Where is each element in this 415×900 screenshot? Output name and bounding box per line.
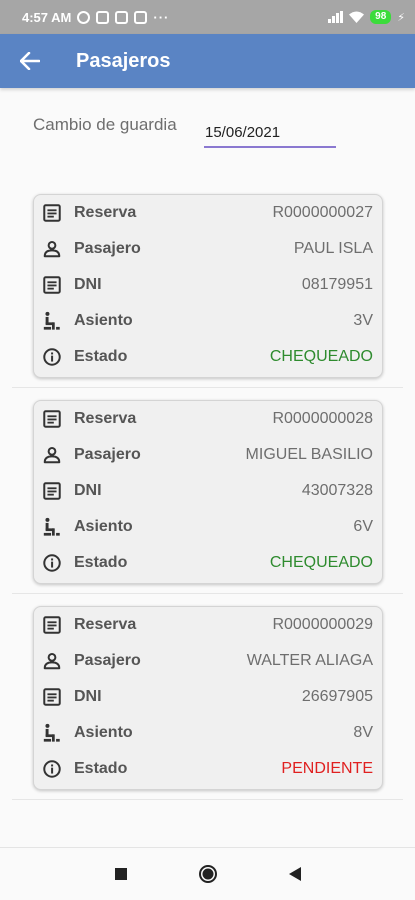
estado-value: CHEQUEADO xyxy=(269,554,373,571)
passenger-field-asiento: Asiento 3V xyxy=(34,307,382,335)
list-divider xyxy=(12,799,403,800)
list-divider xyxy=(12,387,403,388)
passenger-field-estado: Estado CHEQUEADO xyxy=(34,549,382,577)
notification-icon xyxy=(96,10,110,24)
passenger-field-asiento: Asiento 8V xyxy=(34,719,382,747)
asiento-value: 6V xyxy=(353,518,373,535)
info-icon xyxy=(41,552,63,574)
passenger-field-estado: Estado CHEQUEADO xyxy=(34,343,382,371)
dni-value: 43007328 xyxy=(301,482,373,499)
asiento-value: 8V xyxy=(353,724,373,741)
back-nav-button[interactable] xyxy=(288,866,302,882)
passenger-field-reserva: Reserva R0000000027 xyxy=(34,199,382,227)
guard-date-field[interactable]: 15/06/2021 xyxy=(204,122,336,148)
seat-icon xyxy=(41,310,63,332)
estado-label: Estado xyxy=(74,554,128,571)
charging-icon: ⚡ xyxy=(397,11,405,24)
passenger-field-pasajero: Pasajero MIGUEL BASILIO xyxy=(34,441,382,469)
pasajero-label: Pasajero xyxy=(74,240,141,257)
passenger-card[interactable]: Reserva R0000000029 Pasajero WALTER ALIAGA D… xyxy=(33,606,383,790)
dni-value: 26697905 xyxy=(301,688,373,705)
passenger-field-reserva: Reserva R0000000028 xyxy=(34,405,382,433)
back-button[interactable] xyxy=(0,34,60,88)
estado-label: Estado xyxy=(74,760,128,777)
asiento-label: Asiento xyxy=(74,518,133,535)
document-icon xyxy=(41,202,63,224)
person-icon xyxy=(41,650,63,672)
reserva-label: Reserva xyxy=(74,410,137,427)
document-icon xyxy=(41,480,63,502)
system-nav-bar xyxy=(0,848,415,900)
app-bar: Pasajeros xyxy=(0,34,415,88)
dni-label: DNI xyxy=(74,276,102,293)
page-title: Pasajeros xyxy=(76,49,171,72)
passenger-field-dni: DNI 26697905 xyxy=(34,683,382,711)
pasajero-value: WALTER ALIAGA xyxy=(246,652,373,669)
person-icon xyxy=(41,238,63,260)
passenger-field-dni: DNI 43007328 xyxy=(34,477,382,505)
asiento-label: Asiento xyxy=(74,724,133,741)
document-icon xyxy=(41,614,63,636)
seat-icon xyxy=(41,516,63,538)
more-notifications-icon: ··· xyxy=(153,9,170,25)
document-icon xyxy=(41,686,63,708)
dni-label: DNI xyxy=(74,688,102,705)
dni-value: 08179951 xyxy=(301,276,373,293)
passenger-field-estado: Estado PENDIENTE xyxy=(34,755,382,783)
calendar-icon xyxy=(115,10,129,24)
passenger-card[interactable]: Reserva R0000000028 Pasajero MIGUEL BASILIO… xyxy=(33,400,383,584)
reserva-label: Reserva xyxy=(74,616,137,633)
status-time: 4:57 AM xyxy=(22,9,72,25)
passenger-field-reserva: Reserva R0000000029 xyxy=(34,611,382,639)
document-icon xyxy=(41,408,63,430)
document-icon xyxy=(41,274,63,296)
asiento-value: 3V xyxy=(353,312,373,329)
estado-value: PENDIENTE xyxy=(281,760,373,777)
list-divider xyxy=(12,593,403,594)
wifi-icon xyxy=(349,11,365,23)
reserva-value: R0000000029 xyxy=(272,616,373,633)
passenger-field-pasajero: Pasajero WALTER ALIAGA xyxy=(34,647,382,675)
passenger-field-pasajero: Pasajero PAUL ISLA xyxy=(34,235,382,263)
sync-icon xyxy=(77,10,91,24)
passenger-card[interactable]: Reserva R0000000027 Pasajero PAUL ISLA DNI 08… xyxy=(33,194,383,378)
pasajero-label: Pasajero xyxy=(74,652,141,669)
estado-value: CHEQUEADO xyxy=(269,348,373,365)
recents-button[interactable] xyxy=(114,867,128,881)
reserva-label: Reserva xyxy=(74,204,137,221)
pasajero-value: PAUL ISLA xyxy=(293,240,373,257)
asiento-label: Asiento xyxy=(74,312,133,329)
info-icon xyxy=(41,758,63,780)
arrow-back-icon xyxy=(20,52,40,70)
guard-change-row: Cambio de guardia 15/06/2021 xyxy=(33,112,415,152)
person-icon xyxy=(41,444,63,466)
youtube-icon xyxy=(134,10,148,24)
home-button[interactable] xyxy=(198,864,218,884)
pasajero-label: Pasajero xyxy=(74,446,141,463)
reserva-value: R0000000028 xyxy=(272,410,373,427)
seat-icon xyxy=(41,722,63,744)
passenger-field-asiento: Asiento 6V xyxy=(34,513,382,541)
signal-icon xyxy=(328,11,344,23)
info-icon xyxy=(41,346,63,368)
status-bar: 4:57 AM ··· 98 ⚡ xyxy=(0,0,415,34)
guard-change-label: Cambio de guardia xyxy=(33,115,177,134)
pasajero-value: MIGUEL BASILIO xyxy=(245,446,373,463)
passenger-field-dni: DNI 08179951 xyxy=(34,271,382,299)
estado-label: Estado xyxy=(74,348,128,365)
battery-icon: 98 xyxy=(370,10,392,24)
dni-label: DNI xyxy=(74,482,102,499)
reserva-value: R0000000027 xyxy=(272,204,373,221)
